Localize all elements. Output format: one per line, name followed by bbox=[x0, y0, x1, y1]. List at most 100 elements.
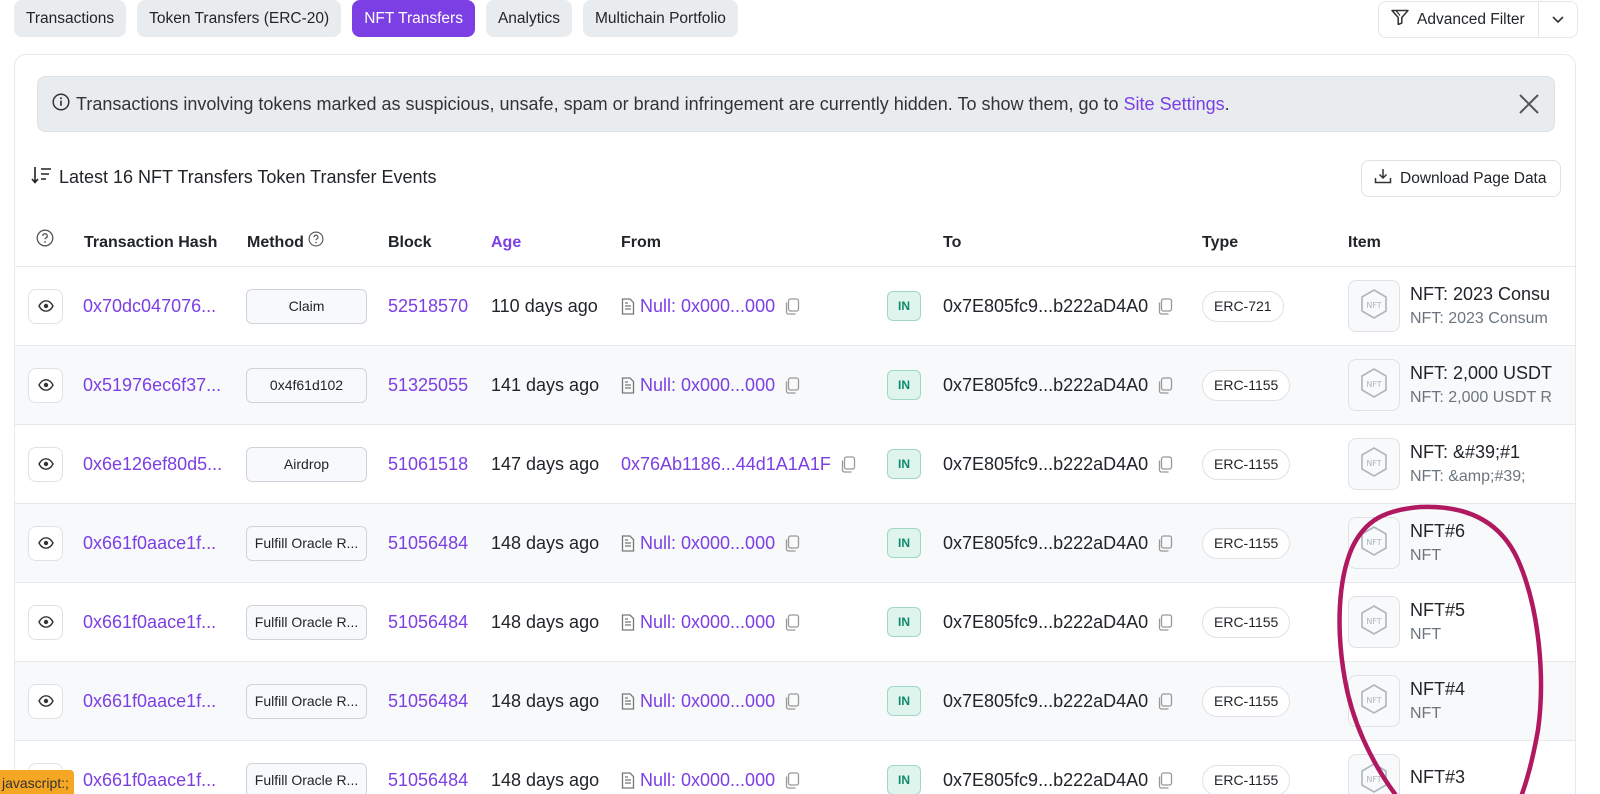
from-address-link[interactable]: Null: 0x000...000 bbox=[640, 296, 775, 317]
to-address[interactable]: 0x7E805fc9...b222aD4A0 bbox=[943, 296, 1148, 317]
chevron-down-icon bbox=[1552, 11, 1564, 29]
copy-icon[interactable] bbox=[1157, 297, 1173, 315]
copy-icon[interactable] bbox=[1157, 613, 1173, 631]
filter-dropdown-toggle[interactable] bbox=[1539, 2, 1577, 37]
token-type-badge: ERC-1155 bbox=[1202, 448, 1291, 480]
age-text: 148 days ago bbox=[491, 532, 600, 553]
item-name[interactable]: NFT: 2,000 USDT bbox=[1410, 363, 1552, 384]
nft-thumbnail[interactable]: NFT bbox=[1348, 754, 1400, 794]
to-address[interactable]: 0x7E805fc9...b222aD4A0 bbox=[943, 533, 1148, 554]
nft-thumbnail[interactable]: NFT bbox=[1348, 596, 1400, 648]
block-link[interactable]: 51325055 bbox=[388, 346, 468, 424]
block-link[interactable]: 51056484 bbox=[388, 662, 468, 740]
preview-button[interactable] bbox=[28, 367, 63, 403]
document-icon bbox=[621, 376, 635, 394]
nft-thumbnail[interactable]: NFT bbox=[1348, 517, 1400, 569]
block-link[interactable]: 51061518 bbox=[388, 425, 468, 503]
block-link[interactable]: 52518570 bbox=[388, 267, 468, 345]
copy-icon[interactable] bbox=[1157, 376, 1173, 394]
item-collection: NFT bbox=[1410, 705, 1442, 722]
advanced-filter-button[interactable]: Advanced Filter bbox=[1379, 2, 1539, 37]
svg-text:NFT: NFT bbox=[1366, 775, 1381, 784]
transaction-hash-link[interactable]: 0x661f0aace1f... bbox=[83, 662, 216, 740]
copy-icon[interactable] bbox=[1157, 534, 1173, 552]
from-address-link[interactable]: Null: 0x000...000 bbox=[640, 375, 775, 396]
column-header-to: To bbox=[943, 234, 962, 251]
document-icon bbox=[621, 771, 635, 789]
item-collection: NFT bbox=[1410, 547, 1442, 564]
copy-icon[interactable] bbox=[840, 455, 856, 473]
table-header: Transaction Hash Method Block Age From T… bbox=[15, 219, 1575, 267]
transaction-hash-link[interactable]: 0x6e126ef80d5... bbox=[83, 425, 222, 503]
item-name[interactable]: NFT#6 bbox=[1410, 521, 1465, 542]
question-circle-icon[interactable] bbox=[308, 219, 324, 267]
preview-button[interactable] bbox=[28, 683, 63, 719]
hidden-tokens-alert: Transactions involving tokens marked as … bbox=[37, 76, 1555, 132]
help-column-header[interactable] bbox=[36, 219, 54, 267]
preview-button[interactable] bbox=[28, 525, 63, 561]
preview-button[interactable] bbox=[28, 288, 63, 324]
column-header-age[interactable]: Age bbox=[491, 219, 521, 267]
copy-icon[interactable] bbox=[784, 534, 800, 552]
nft-thumbnail[interactable]: NFT bbox=[1348, 359, 1400, 411]
tab-token-transfers[interactable]: Token Transfers (ERC-20) bbox=[137, 0, 342, 37]
nft-thumbnail[interactable]: NFT bbox=[1348, 280, 1400, 332]
copy-icon[interactable] bbox=[784, 613, 800, 631]
preview-button[interactable] bbox=[28, 446, 63, 482]
copy-icon[interactable] bbox=[784, 692, 800, 710]
to-address[interactable]: 0x7E805fc9...b222aD4A0 bbox=[943, 770, 1148, 791]
copy-icon[interactable] bbox=[784, 771, 800, 789]
close-icon bbox=[1516, 94, 1542, 121]
to-address[interactable]: 0x7E805fc9...b222aD4A0 bbox=[943, 612, 1148, 633]
item-name[interactable]: NFT: 2023 Consu bbox=[1410, 284, 1550, 305]
nft-icon: NFT bbox=[1359, 604, 1389, 641]
item-collection: NFT: 2,000 USDT R bbox=[1410, 389, 1552, 406]
token-type-badge: ERC-1155 bbox=[1202, 606, 1291, 638]
to-address[interactable]: 0x7E805fc9...b222aD4A0 bbox=[943, 375, 1148, 396]
item-name[interactable]: NFT: &#39;#1 bbox=[1410, 442, 1526, 463]
age-text: 148 days ago bbox=[491, 769, 600, 790]
tab-transactions[interactable]: Transactions bbox=[14, 0, 127, 37]
block-link[interactable]: 51056484 bbox=[388, 741, 468, 794]
direction-badge: IN bbox=[887, 291, 921, 321]
download-page-data-button[interactable]: Download Page Data bbox=[1361, 160, 1561, 197]
eye-icon bbox=[37, 454, 54, 475]
transaction-hash-link[interactable]: 0x70dc047076... bbox=[83, 267, 216, 345]
sort-icon[interactable] bbox=[31, 165, 53, 190]
item-collection: NFT: 2023 Consum bbox=[1410, 310, 1548, 327]
tab-nft-transfers[interactable]: NFT Transfers bbox=[352, 0, 475, 37]
item-name[interactable]: NFT#4 bbox=[1410, 679, 1465, 700]
copy-icon[interactable] bbox=[784, 297, 800, 315]
from-address-link[interactable]: 0x76Ab1186...44d1A1A1F bbox=[621, 454, 831, 475]
direction-badge: IN bbox=[887, 686, 921, 716]
from-address-link[interactable]: Null: 0x000...000 bbox=[640, 612, 775, 633]
tab-analytics[interactable]: Analytics bbox=[485, 0, 572, 37]
block-link[interactable]: 51056484 bbox=[388, 504, 468, 582]
preview-button[interactable] bbox=[28, 604, 63, 640]
item-name[interactable]: NFT#5 bbox=[1410, 600, 1465, 621]
from-address-link[interactable]: Null: 0x000...000 bbox=[640, 770, 775, 791]
close-alert-button[interactable] bbox=[1516, 91, 1542, 122]
document-icon bbox=[621, 297, 635, 315]
column-header-transaction-hash: Transaction Hash bbox=[84, 234, 218, 251]
copy-icon[interactable] bbox=[1157, 455, 1173, 473]
item-name[interactable]: NFT#3 bbox=[1410, 767, 1465, 788]
table-row: 0x661f0aace1f... Fulfill Oracle R... 51056… bbox=[15, 662, 1575, 741]
tab-multichain-portfolio[interactable]: Multichain Portfolio bbox=[582, 0, 738, 37]
transaction-hash-link[interactable]: 0x661f0aace1f... bbox=[83, 504, 216, 582]
nft-thumbnail[interactable]: NFT bbox=[1348, 438, 1400, 490]
transaction-hash-link[interactable]: 0x661f0aace1f... bbox=[83, 741, 216, 794]
copy-icon[interactable] bbox=[1157, 771, 1173, 789]
to-address[interactable]: 0x7E805fc9...b222aD4A0 bbox=[943, 691, 1148, 712]
transaction-hash-link[interactable]: 0x51976ec6f37... bbox=[83, 346, 221, 424]
copy-icon[interactable] bbox=[784, 376, 800, 394]
from-address-link[interactable]: Null: 0x000...000 bbox=[640, 691, 775, 712]
from-address-link[interactable]: Null: 0x000...000 bbox=[640, 533, 775, 554]
to-address[interactable]: 0x7E805fc9...b222aD4A0 bbox=[943, 454, 1148, 475]
svg-text:NFT: NFT bbox=[1366, 380, 1381, 389]
copy-icon[interactable] bbox=[1157, 692, 1173, 710]
transaction-hash-link[interactable]: 0x661f0aace1f... bbox=[83, 583, 216, 661]
site-settings-link[interactable]: Site Settings bbox=[1124, 94, 1225, 114]
nft-thumbnail[interactable]: NFT bbox=[1348, 675, 1400, 727]
block-link[interactable]: 51056484 bbox=[388, 583, 468, 661]
